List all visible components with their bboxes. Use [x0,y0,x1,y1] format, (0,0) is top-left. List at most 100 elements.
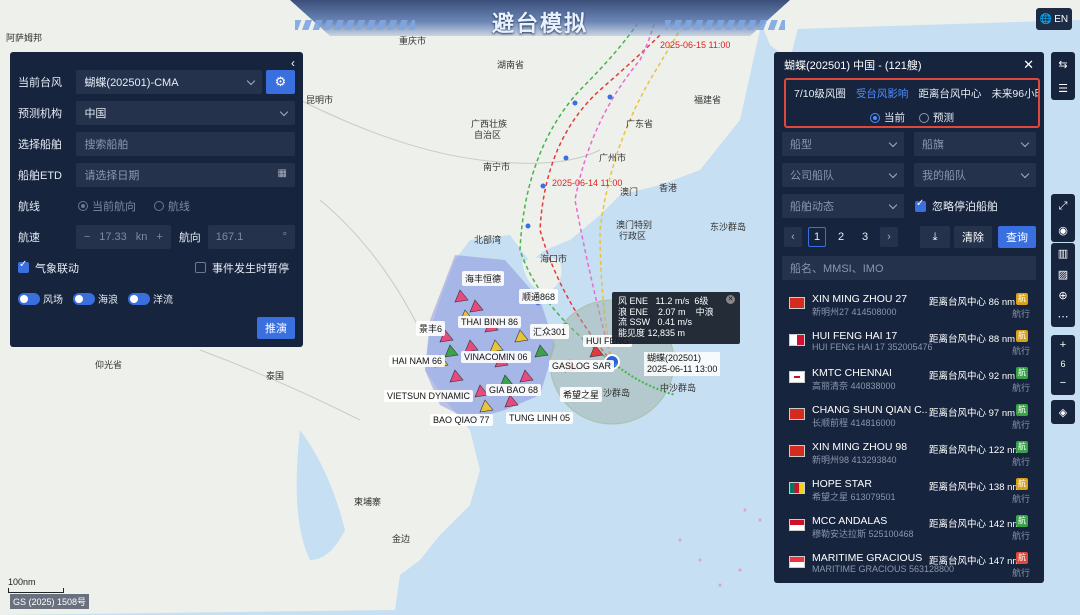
run-simulation-button[interactable]: 推演 [257,317,295,339]
ship-list-item[interactable]: HUI FENG HAI 17 HUI FENG HAI 17 352005476… [774,323,1044,360]
minus-icon[interactable]: − [84,231,90,243]
clear-button[interactable]: 清除 [954,226,992,248]
tab-bar: 7/10级风圈 受台风影响 距离台风中心 未来96小时200 [786,80,1038,101]
ship-dynamics-select[interactable]: 船舶动态 [782,194,904,218]
flag-select[interactable]: 船旗 [914,132,1036,156]
globe-icon: 🌐 [1039,13,1053,25]
map-ship-label[interactable]: BAO QIAO 77 [430,414,493,426]
flag-icon [789,556,805,568]
page-title: 避台模拟 [491,11,588,36]
weather-link-checkbox[interactable]: 气象联动 [18,259,79,276]
ship-list-item[interactable]: CHANG SHUN QIAN C... 长顺前程 414816000 距离台风中心… [774,397,1044,434]
locate-icon[interactable]: ⊕ [1051,285,1075,306]
page-next-icon[interactable]: › [880,227,898,247]
page-2[interactable]: 2 [832,227,850,247]
flag-icon [789,408,805,420]
typhoon-select[interactable]: 蝴蝶(202501)-CMA [76,69,262,94]
ship-search-input[interactable]: 船名、MMSI、IMO [782,256,1036,280]
map-ship-label[interactable]: GASLOG SAR [549,360,615,372]
map-ship-label[interactable]: THAI BINH 86 [458,316,522,328]
route-radio-route[interactable]: 航线 [154,198,190,214]
popup-close-icon[interactable]: ✕ [726,295,735,304]
heading-input[interactable]: 167.1 ° [207,224,296,249]
flag-icon [789,445,805,457]
weather-popup: ✕ 风 ENE 11.2 m/s 6级 浪 ENE 2.07 m 中浪 流 SS… [612,292,740,344]
city-label: 海口市 [540,254,568,264]
toggle-wind-field[interactable]: 风场 [18,291,63,306]
ship-name: XIN MING ZHOU 98 [812,441,908,453]
pause-on-event-checkbox[interactable]: 事件发生时暂停 [195,260,289,276]
close-icon[interactable]: ✕ [1023,57,1034,73]
ship-list-item[interactable]: XIN MING ZHOU 27 新明州27 414508000 距离台风中心 86… [774,286,1044,323]
ignore-moored-checkbox[interactable]: 忽略停泊船舶 [915,198,998,214]
ship-type-select[interactable]: 船型 [782,132,904,156]
toggle-currents[interactable]: 洋流 [128,291,173,306]
page-3[interactable]: 3 [856,227,874,247]
city-label: 自治区 [474,130,502,140]
typhoon-settings-button[interactable]: ⚙ [265,69,295,94]
map-ship-label[interactable]: 希望之星 [560,387,603,402]
ship-list-item[interactable]: MARITIME GRACIOUS MARITIME GRACIOUS 56312… [774,545,1044,582]
fleet-select[interactable]: 公司船队 [782,163,904,187]
plus-icon[interactable]: + [156,231,162,243]
ship-search-input[interactable]: 搜索船舶 [76,131,295,156]
chevron-down-icon [888,138,898,148]
status-badge: 航 [1016,515,1028,527]
zoom-in-button[interactable]: + [1051,335,1075,355]
tab-wind-circle[interactable]: 7/10级风圈 [794,86,846,101]
zoom-out-button[interactable]: − [1051,373,1075,393]
radio-forecast[interactable]: 预测 [919,110,954,125]
route-radio-current[interactable]: 当前航向 [78,198,136,214]
map-ship-label[interactable]: 顺通868 [519,289,559,304]
tab-distance[interactable]: 距离台风中心 [918,86,981,101]
map-ship-label[interactable]: GIA BAO 68 [486,384,542,396]
etd-date-input[interactable]: 请选择日期 ▦ [76,162,295,187]
layers-icon[interactable]: ◈ [1051,400,1075,424]
tabs-highlight-box: 7/10级风圈 受台风影响 距离台风中心 未来96小时200 当前 预测 [784,78,1040,128]
view-toolbar: ⤢ ◉ [1051,194,1075,242]
radio-current[interactable]: 当前 [870,110,905,125]
ruler-icon[interactable]: ▥ [1051,243,1075,264]
fullscreen-icon[interactable]: ⤢ [1051,194,1075,218]
chevron-left-icon[interactable]: ‹ [291,56,295,70]
map-ship-label[interactable]: 景丰6 [416,321,446,336]
etd-row: 船舶ETD 请选择日期 ▦ [18,159,295,190]
city-label: 福建省 [694,95,722,105]
download-button[interactable]: ⤓ [920,226,950,248]
language-button[interactable]: 🌐 EN [1036,8,1072,30]
tab-affected[interactable]: 受台风影响 [856,86,909,101]
speed-row: 航速 − 17.33 kn + 航向 167.1 ° [18,221,296,252]
typhoon-label[interactable]: 蝴蝶(202501) 2025-06-11 13:00 [644,352,721,376]
ship-list-item[interactable]: HOPE STAR 希望之星 613079501 距离台风中心 138 nm 航航行 [774,471,1044,508]
area-icon[interactable]: ▨ [1051,264,1075,285]
page-prev-icon[interactable]: ‹ [784,227,802,247]
query-button[interactable]: 查询 [998,226,1036,248]
page-1[interactable]: 1 [808,227,826,247]
map-ship-label[interactable]: VIETSUN DYNAMIC [384,390,474,402]
speed-stepper[interactable]: − 17.33 kn + [75,224,171,249]
ship-list-item[interactable]: XIN MING ZHOU 98 新明州98 413293840 距离台风中心 12… [774,434,1044,471]
eye-icon[interactable]: ◉ [1051,218,1075,242]
status-badge: 航 [1016,367,1028,379]
ship-distance: 距离台风中心 86 nm [929,297,1016,308]
agency-select[interactable]: 中国 [76,100,295,125]
etd-label: 船舶ETD [18,169,62,182]
tab-future-96h[interactable]: 未来96小时200 [991,86,1038,101]
city-label: 澳门 [620,187,639,197]
map-ship-label[interactable]: 海丰恒德 [462,271,505,286]
ship-list-item[interactable]: KMTC CHENNAI 高丽清奈 440838000 距离台风中心 92 nm 航航… [774,360,1044,397]
ship-status: 航行 [1011,383,1030,393]
more-icon[interactable]: ⋯ [1051,306,1075,327]
ship-list-item[interactable]: MCC ANDALAS 穆勒安达拉斯 525100468 距离台风中心 142 nm… [774,508,1044,545]
map-ship-label[interactable]: TUNG LINH 05 [506,412,574,424]
flag-icon [789,334,805,346]
city-label: 中沙群岛 [660,383,697,393]
map-ship-label[interactable]: VINACOMIN 06 [461,351,531,363]
my-fleet-select[interactable]: 我的船队 [914,163,1036,187]
map-ship-label[interactable]: 汇众301 [530,324,570,339]
toggle-waves[interactable]: 海浪 [73,291,118,306]
translate-icon[interactable]: ⇆ [1051,52,1075,76]
list-icon[interactable]: ☰ [1051,76,1075,100]
flag-icon [789,297,805,309]
map-ship-label[interactable]: HAI NAM 66 [389,355,446,367]
